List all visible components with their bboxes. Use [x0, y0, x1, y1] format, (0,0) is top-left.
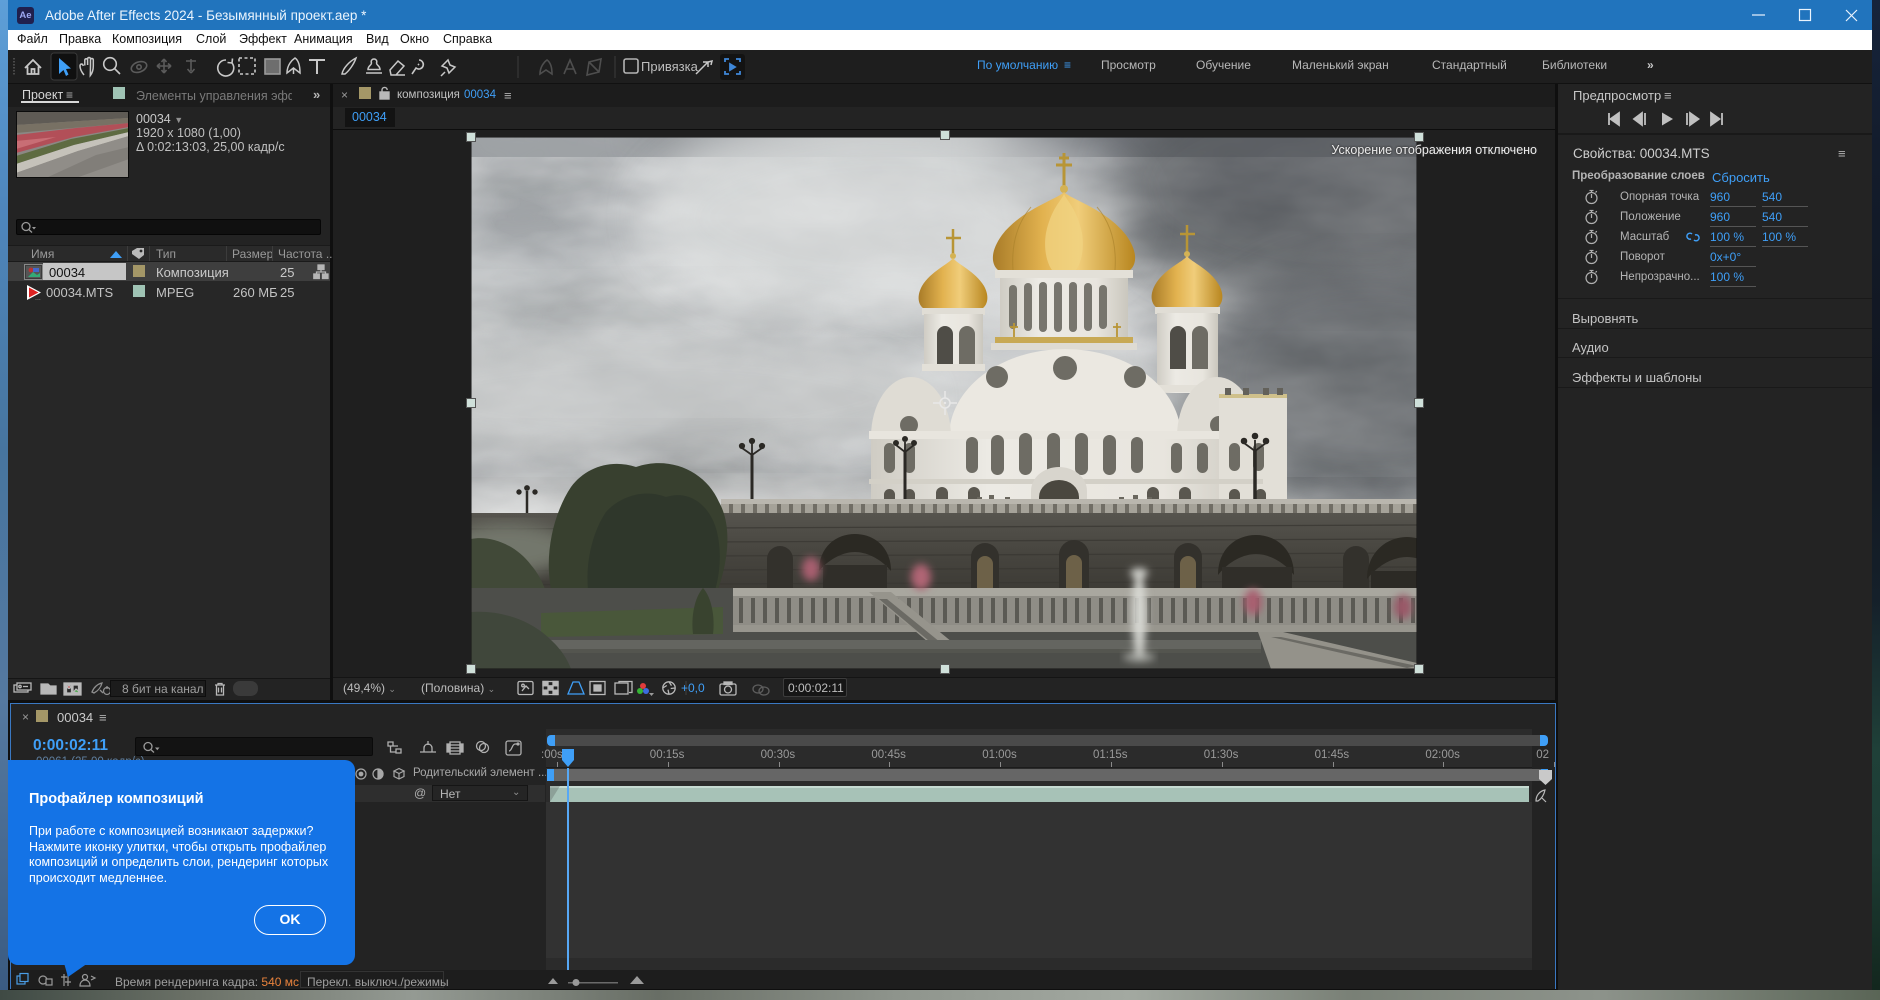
svg-text:...: ...: [35, 295, 41, 301]
svg-text:Привязка: Привязка: [641, 59, 699, 74]
